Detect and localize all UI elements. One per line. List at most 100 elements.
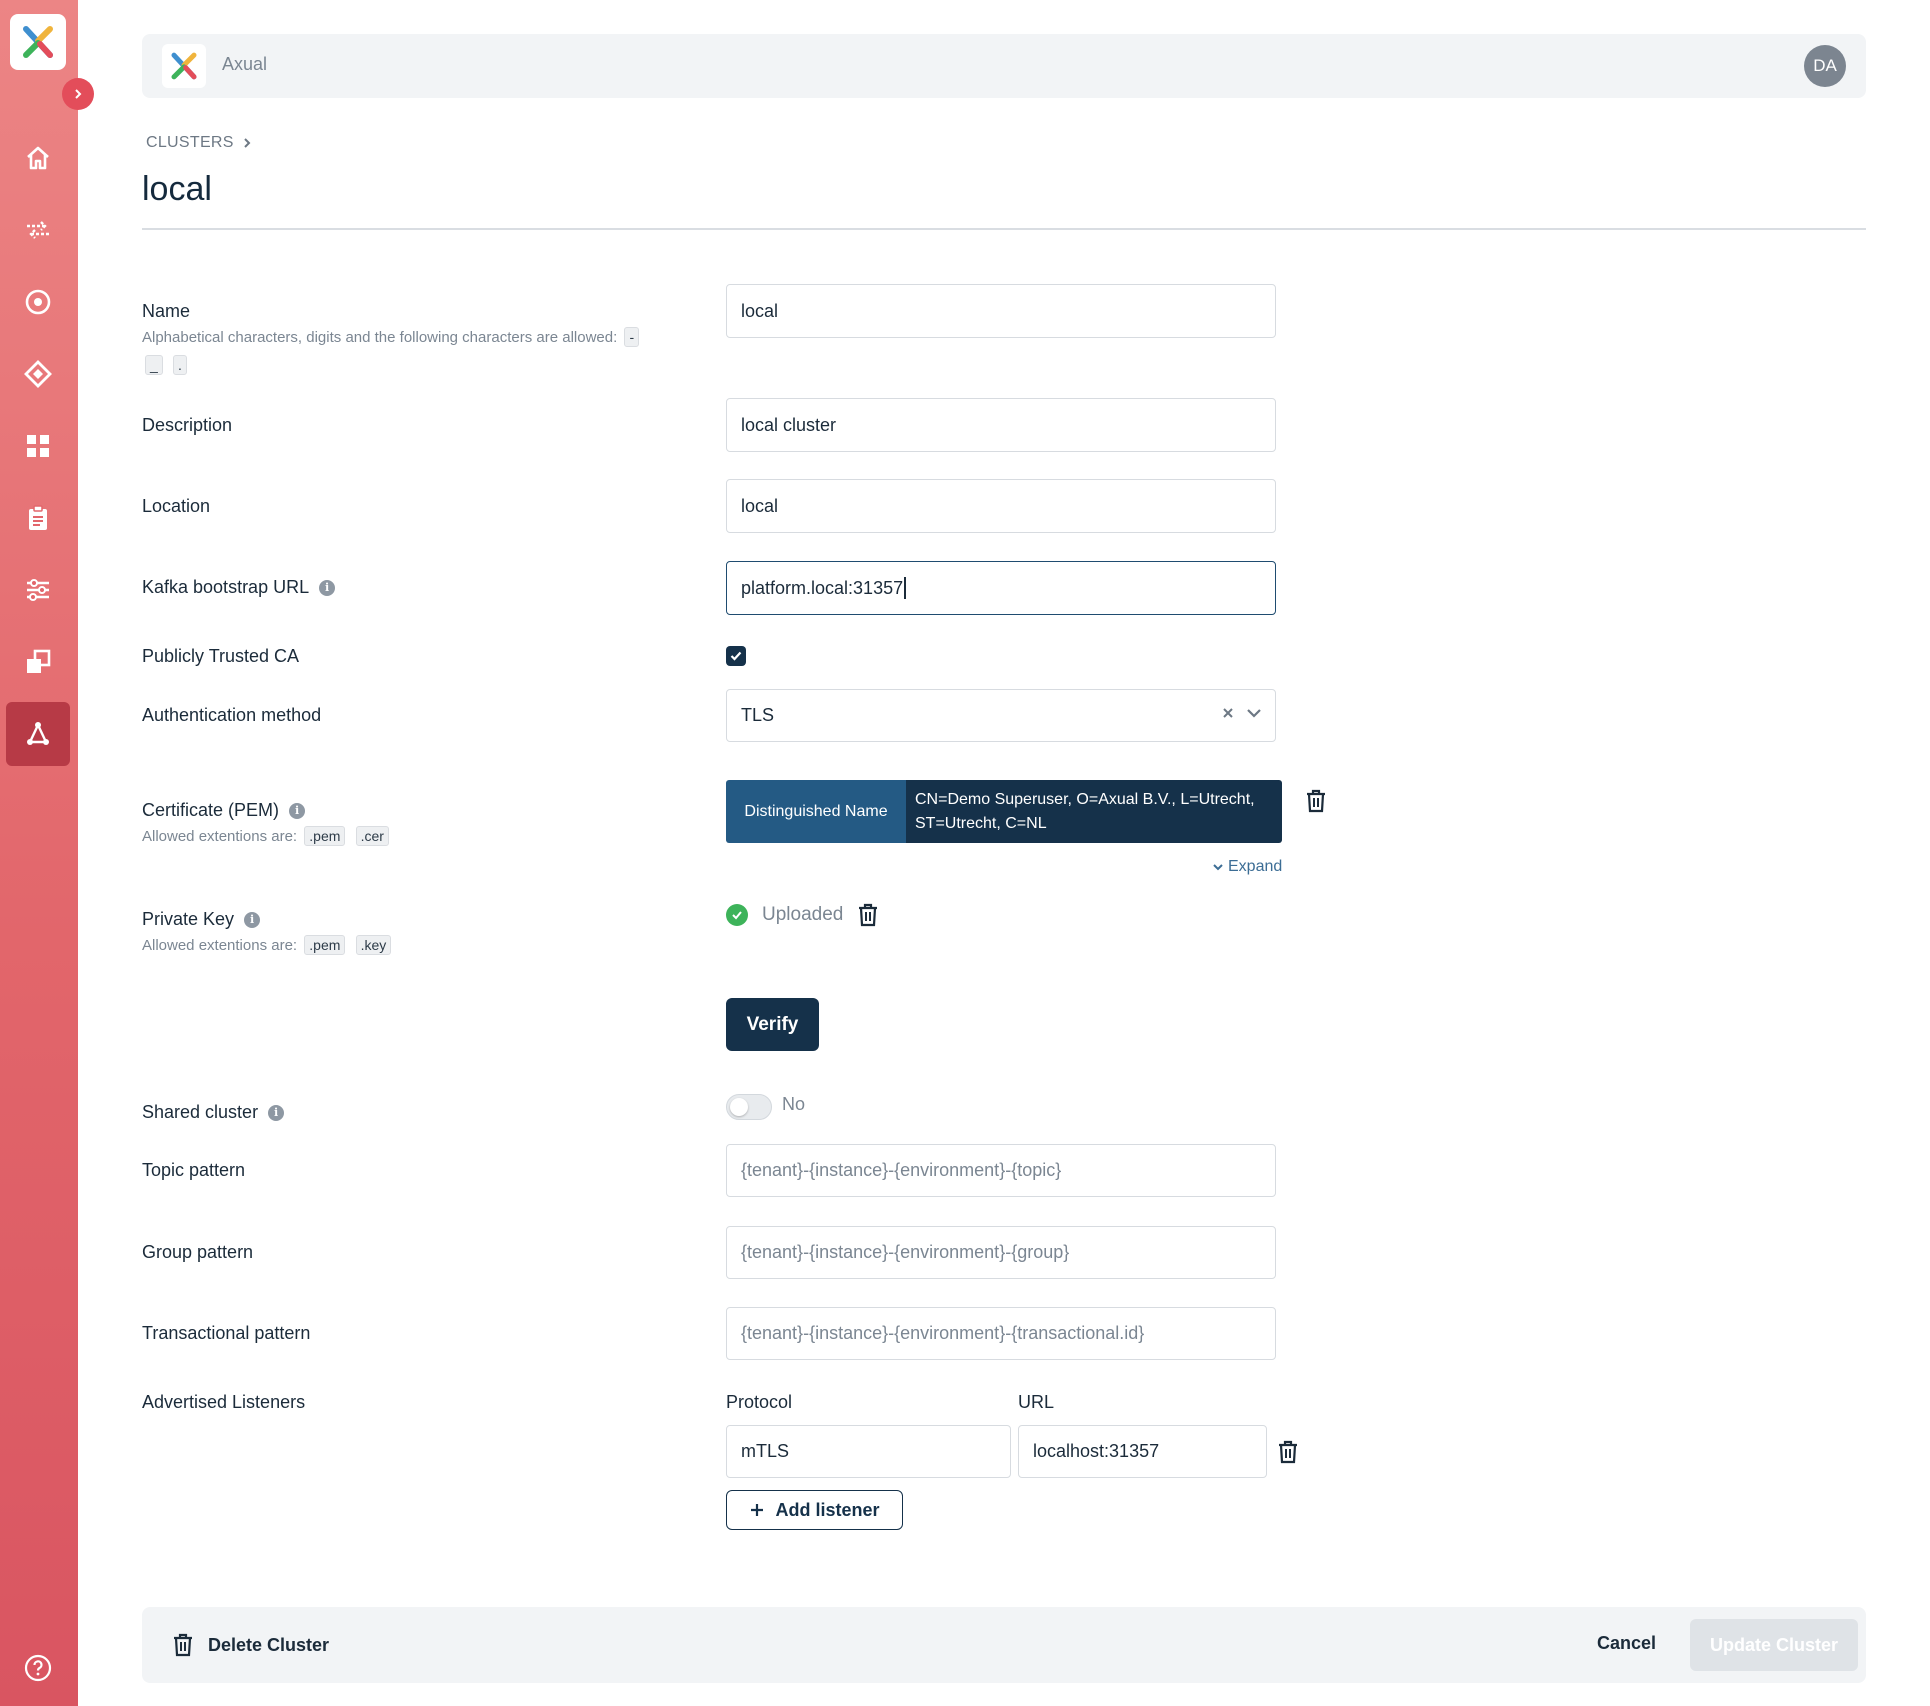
footer-bar: Delete Cluster Cancel Update Cluster (142, 1607, 1866, 1683)
top-logo[interactable] (162, 44, 206, 88)
distinguished-name-value: CN=Demo Superuser, O=Axual B.V., L=Utrec… (906, 780, 1282, 843)
shared-cluster-label-text: Shared cluster (142, 1102, 259, 1122)
bootstrap-url-label-text: Kafka bootstrap URL (142, 577, 310, 597)
text-caret (904, 577, 906, 599)
description-input-value: local cluster (741, 414, 837, 435)
name-input[interactable]: local (726, 284, 1276, 338)
topic-pattern-label: Topic pattern (142, 1160, 245, 1181)
allowed-char-dash: - (624, 327, 640, 347)
sidebar-item-target[interactable] (6, 270, 70, 334)
sidebar-item-streams[interactable] (6, 198, 70, 262)
copy-icon (27, 649, 51, 673)
info-icon[interactable]: i (268, 1104, 285, 1121)
update-cluster-button[interactable]: Update Cluster (1690, 1619, 1858, 1671)
certificate-label-text: Certificate (PEM) (142, 800, 280, 820)
trash-icon (174, 1633, 192, 1657)
trusted-ca-checkbox[interactable] (726, 646, 746, 666)
extension-cer: .cer (355, 826, 389, 846)
add-listener-label: Add listener (775, 1499, 880, 1520)
checkmark-icon (730, 651, 742, 661)
sidebar-item-copy[interactable] (6, 630, 70, 694)
chevron-down-icon (1213, 864, 1223, 871)
trusted-ca-label: Publicly Trusted CA (142, 646, 299, 667)
location-input[interactable]: local (726, 479, 1276, 533)
user-avatar[interactable]: DA (1804, 45, 1846, 87)
info-icon[interactable]: i (319, 579, 336, 596)
name-hint-text: Alphabetical characters, digits and the … (142, 329, 618, 346)
clear-icon[interactable] (1221, 706, 1235, 720)
location-input-value: local (741, 495, 779, 516)
bootstrap-url-input[interactable]: platform.local:31357 (726, 561, 1276, 615)
name-hint: Alphabetical characters, digits and the … (142, 324, 682, 380)
verify-button[interactable]: Verify (726, 998, 819, 1051)
extension-pem: .pem (304, 826, 346, 846)
delete-private-key-icon[interactable] (857, 903, 879, 927)
info-icon[interactable]: i (289, 802, 306, 819)
expand-label: Expand (1228, 858, 1283, 875)
plus-icon (751, 1504, 764, 1516)
transactional-pattern-input[interactable]: {tenant}-{instance}-{environment}-{trans… (726, 1307, 1276, 1360)
group-pattern-label-text: Group pattern (142, 1242, 254, 1262)
topic-pattern-input[interactable]: {tenant}-{instance}-{environment}-{topic… (726, 1144, 1276, 1197)
target-icon (25, 289, 51, 315)
listener-url-input[interactable]: localhost:31357 (1018, 1425, 1267, 1478)
group-pattern-input[interactable]: {tenant}-{instance}-{environment}-{group… (726, 1226, 1276, 1279)
sidebar-item-help[interactable] (6, 1646, 70, 1690)
group-pattern-label: Group pattern (142, 1242, 253, 1263)
sidebar-item-dashboard[interactable] (6, 414, 70, 478)
streams-icon (27, 221, 49, 239)
private-key-status: Uploaded (726, 903, 879, 927)
clusters-icon (27, 722, 49, 745)
sliders-icon (27, 579, 49, 601)
auth-method-select[interactable]: TLS (726, 689, 1276, 742)
bootstrap-url-label: Kafka bootstrap URL i (142, 577, 336, 598)
private-key-label: Private Key i (142, 909, 261, 930)
advertised-listeners-label-text: Advertised Listeners (142, 1392, 306, 1412)
add-listener-button[interactable]: Add listener (726, 1490, 903, 1530)
allowed-char-underscore: _ (145, 355, 163, 375)
auth-method-label: Authentication method (142, 705, 321, 726)
cancel-button[interactable]: Cancel (1597, 1633, 1656, 1654)
description-label: Description (142, 415, 232, 436)
certificate-info: Distinguished Name CN=Demo Superuser, O=… (726, 780, 1282, 843)
help-icon (24, 1654, 52, 1682)
listener-url-value: localhost:31357 (1033, 1441, 1160, 1461)
extension-key: .key (355, 935, 392, 955)
group-pattern-placeholder: {tenant}-{instance}-{environment}-{group… (741, 1242, 1070, 1262)
sidebar-item-diamond[interactable] (6, 342, 70, 406)
page-title: local (142, 170, 212, 208)
sidebar-toggle-button[interactable] (62, 78, 94, 110)
location-label-text: Location (142, 496, 211, 516)
delete-listener-icon[interactable] (1277, 1440, 1299, 1464)
breadcrumb-clusters-link[interactable]: CLUSTERS (146, 134, 234, 152)
private-key-label-text: Private Key (142, 909, 235, 929)
sidebar-item-clipboard[interactable] (6, 486, 70, 550)
axual-logo[interactable] (10, 14, 66, 70)
delete-certificate-icon[interactable] (1305, 789, 1327, 813)
auth-method-value: TLS (741, 705, 775, 725)
extension-pem: .pem (304, 935, 346, 955)
chevron-right-icon (75, 89, 82, 99)
dashboard-icon (27, 435, 49, 457)
uploaded-text: Uploaded (762, 904, 844, 925)
listener-protocol-input[interactable]: mTLS (726, 1425, 1011, 1478)
delete-cluster-button[interactable]: Delete Cluster (172, 1633, 329, 1657)
certificate-label: Certificate (PEM) i (142, 800, 306, 821)
sidebar-item-home[interactable] (6, 126, 70, 190)
chevron-down-icon[interactable] (1245, 704, 1263, 722)
advertised-listeners-label: Advertised Listeners (142, 1392, 305, 1413)
name-label: Name (142, 301, 190, 322)
select-icons (1221, 704, 1263, 722)
url-header: URL (1018, 1392, 1055, 1412)
shared-cluster-toggle[interactable] (726, 1094, 772, 1120)
distinguished-name-key: Distinguished Name (726, 780, 906, 843)
sidebar-item-clusters[interactable] (6, 702, 70, 766)
trusted-ca-label-text: Publicly Trusted CA (142, 646, 300, 666)
info-icon[interactable]: i (244, 911, 261, 928)
toggle-knob (730, 1098, 748, 1116)
sidebar-item-settings[interactable] (6, 558, 70, 622)
certificate-hint: Allowed extentions are: .pem .cer (142, 823, 682, 851)
expand-certificate-link[interactable]: Expand (1212, 858, 1282, 876)
auth-method-label-text: Authentication method (142, 705, 322, 725)
description-input[interactable]: local cluster (726, 398, 1276, 452)
